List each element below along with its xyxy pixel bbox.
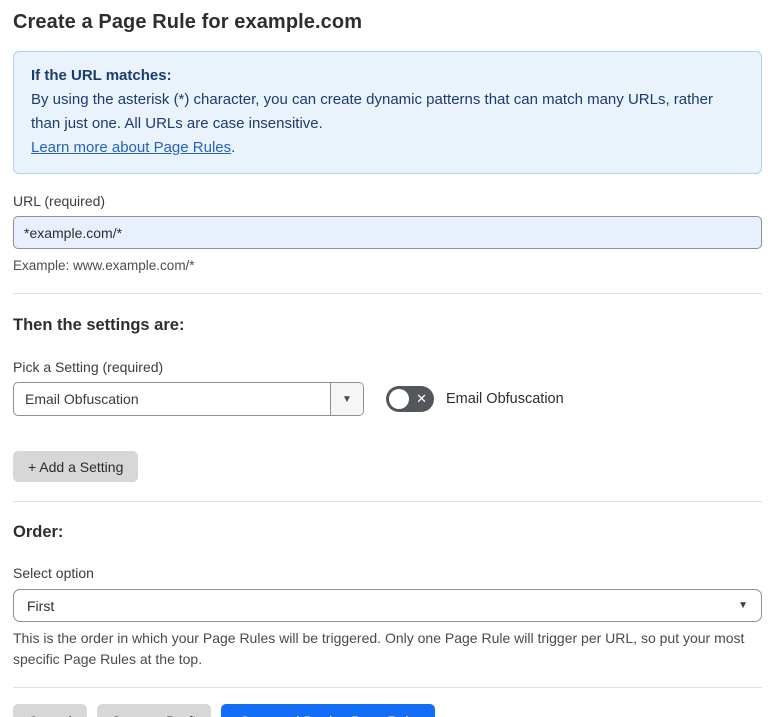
- divider: [13, 501, 762, 502]
- order-select[interactable]: First ▼: [13, 589, 762, 622]
- learn-more-link[interactable]: Learn more about Page Rules: [31, 139, 231, 156]
- order-select-value: First: [27, 597, 55, 614]
- divider: [13, 687, 762, 688]
- url-example-text: Example: www.example.com/*: [13, 258, 195, 273]
- add-setting-button[interactable]: + Add a Setting: [13, 451, 139, 482]
- email-obfuscation-toggle[interactable]: ✕: [386, 386, 434, 412]
- info-box-heading: If the URL matches:: [31, 67, 172, 84]
- setting-row: Email Obfuscation ▼ ✕ Email Obfuscation: [13, 382, 762, 416]
- save-as-draft-button[interactable]: Save as Draft: [96, 704, 212, 717]
- chevron-down-icon: ▼: [738, 600, 748, 611]
- info-box-body-text: By using the asterisk (*) character, you…: [31, 91, 713, 132]
- order-heading: Order:: [13, 523, 64, 541]
- setting-select-value: Email Obfuscation: [25, 391, 139, 407]
- info-box-link-line: Learn more about Page Rules.: [31, 136, 744, 160]
- chevron-down-icon[interactable]: ▼: [330, 383, 363, 415]
- info-box-body: By using the asterisk (*) character, you…: [31, 88, 744, 136]
- toggle-label: Email Obfuscation: [446, 391, 564, 407]
- order-help-text: This is the order in which your Page Rul…: [13, 630, 745, 667]
- cancel-button[interactable]: Cancel: [13, 704, 87, 717]
- url-input[interactable]: [13, 216, 762, 249]
- settings-heading: Then the settings are:: [13, 316, 185, 334]
- footer-actions: Cancel Save as Draft Save and Deploy Pag…: [13, 704, 762, 717]
- save-and-deploy-button[interactable]: Save and Deploy Page Rule: [221, 704, 436, 717]
- divider: [13, 293, 762, 294]
- toggle-knob: [389, 389, 409, 409]
- url-match-info-box: If the URL matches: By using the asteris…: [13, 51, 762, 174]
- link-suffix: .: [231, 139, 236, 156]
- order-select-label: Select option: [13, 565, 94, 581]
- create-page-rule-form: Create a Page Rule for example.com If th…: [0, 0, 775, 717]
- setting-select[interactable]: Email Obfuscation ▼: [13, 382, 364, 416]
- toggle-off-x-icon: ✕: [416, 391, 427, 406]
- page-title: Create a Page Rule for example.com: [13, 11, 363, 33]
- url-label: URL (required): [13, 193, 106, 209]
- pick-setting-label: Pick a Setting (required): [13, 359, 164, 375]
